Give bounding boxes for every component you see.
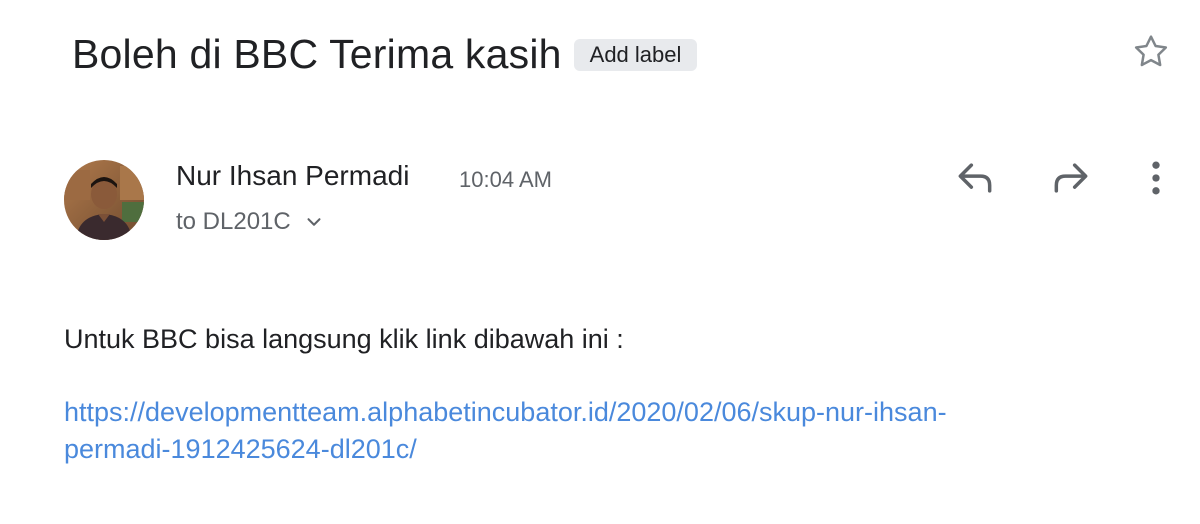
star-icon[interactable]	[1131, 32, 1171, 72]
sender-name[interactable]: Nur Ihsan Permadi	[176, 158, 409, 194]
email-body-text: Untuk BBC bisa langsung klik link dibawa…	[64, 324, 624, 354]
email-body-link[interactable]: https://developmentteam.alphabetincubato…	[64, 394, 1144, 468]
email-subject: Boleh di BBC Terima kasih	[72, 31, 562, 77]
avatar[interactable]	[64, 160, 144, 240]
email-time: 10:04 AM	[459, 167, 552, 192]
avatar-photo	[64, 160, 144, 240]
recipient-text: to DL201C	[176, 208, 291, 235]
chevron-down-icon	[307, 218, 321, 226]
more-vert-icon[interactable]	[1134, 156, 1178, 200]
add-label-button[interactable]: Add label	[573, 39, 698, 71]
email-view: Boleh di BBC Terima kasih Add label Nur …	[0, 0, 1200, 524]
subject-row: Boleh di BBC Terima kasih Add label	[72, 26, 698, 82]
forward-icon[interactable]	[1049, 156, 1093, 200]
link-line-1: https://developmentteam.alphabetincubato…	[64, 397, 947, 427]
link-line-2: permadi-1912425624-dl201c/	[64, 434, 417, 464]
reply-icon[interactable]	[953, 156, 997, 200]
recipient-details[interactable]: to DL201C	[176, 206, 325, 238]
